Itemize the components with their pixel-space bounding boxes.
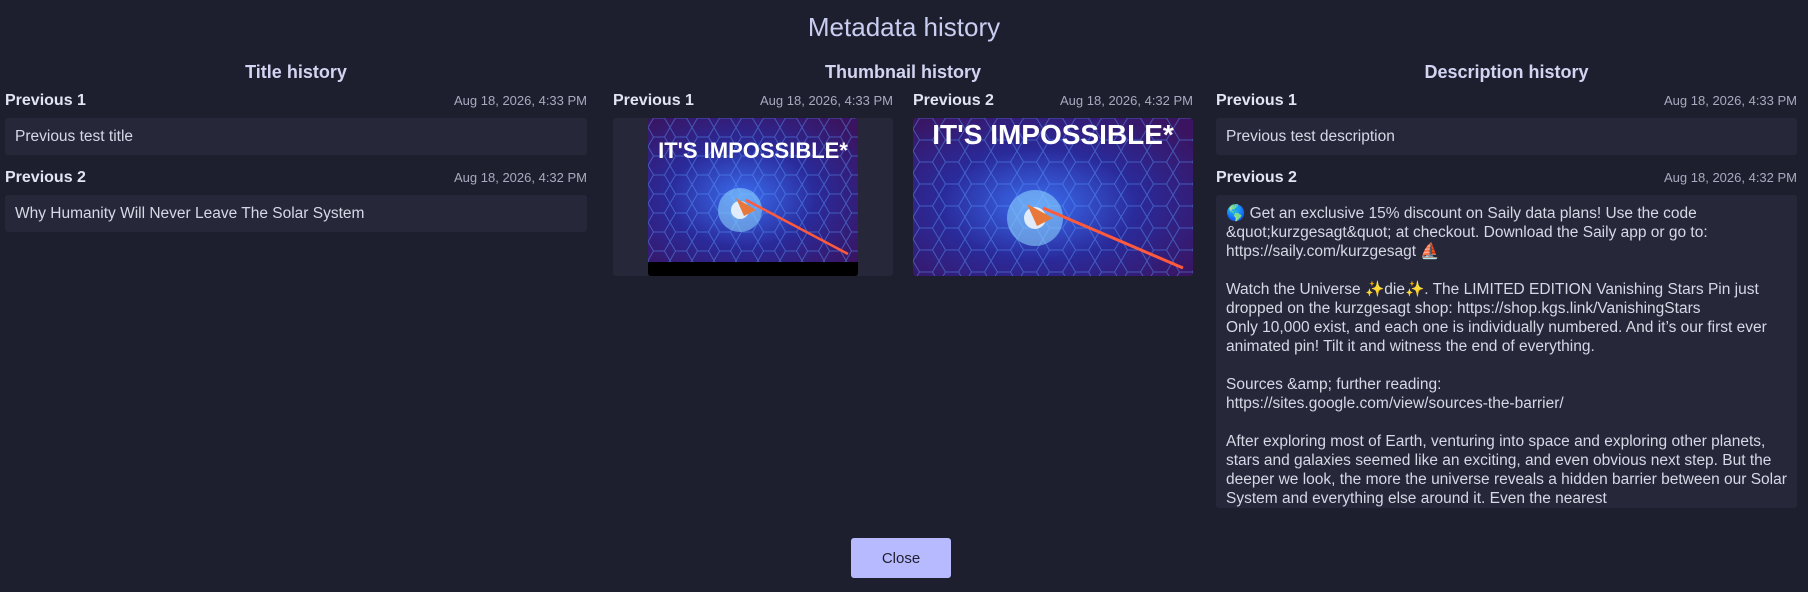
thumbnail-history-heading: Thumbnail history — [824, 62, 981, 82]
title-history-entry: Previous 2 Aug 18, 2026, 4:32 PM Why Hum… — [5, 169, 587, 232]
thumbnail-history-column: Thumbnail history Previous 1 Aug 18, 202… — [613, 58, 1193, 276]
description-paragraph: After exploring most of Earth, venturing… — [1226, 433, 1792, 507]
entry-label: Previous 2 — [913, 92, 994, 109]
description-history-entry: Previous 2 Aug 18, 2026, 4:32 PM 🌎 Get a… — [1216, 169, 1797, 508]
title-value: Previous test title — [5, 118, 587, 155]
thumbnail-text: IT'S IMPOSSIBLE* — [658, 138, 848, 163]
thumbnail-frame: IT'S IMPOSSIBLE* — [613, 118, 893, 276]
description-history-column: Description history Previous 1 Aug 18, 2… — [1216, 58, 1797, 508]
thumbnail-image: IT'S IMPOSSIBLE* — [913, 118, 1193, 276]
entry-timestamp: Aug 18, 2026, 4:32 PM — [1664, 170, 1797, 185]
thumbnail-image: IT'S IMPOSSIBLE* — [648, 118, 858, 276]
entry-timestamp: Aug 18, 2026, 4:33 PM — [454, 93, 587, 108]
close-button[interactable]: Close — [851, 538, 951, 578]
description-history-heading: Description history — [1424, 62, 1589, 82]
entry-label: Previous 1 — [1216, 92, 1297, 109]
description-paragraph: Sources &amp; further reading: https://s… — [1226, 376, 1564, 412]
entry-label: Previous 2 — [5, 169, 86, 186]
thumbnail-history-entry: Previous 1 Aug 18, 2026, 4:33 PM IT'S IM… — [613, 88, 893, 276]
title-history-entry: Previous 1 Aug 18, 2026, 4:33 PM Previou… — [5, 92, 587, 155]
entry-timestamp: Aug 18, 2026, 4:32 PM — [1060, 93, 1193, 108]
entry-label: Previous 2 — [1216, 169, 1297, 186]
entry-timestamp: Aug 18, 2026, 4:33 PM — [1664, 93, 1797, 108]
description-paragraph: 🌎 Get an exclusive 15% discount on Saily… — [1226, 205, 1712, 260]
dialog-title: Metadata history — [807, 12, 1001, 42]
entry-label: Previous 1 — [5, 92, 86, 109]
title-history-column: Title history Previous 1 Aug 18, 2026, 4… — [5, 58, 587, 246]
thumbnail-text: IT'S IMPOSSIBLE* — [932, 119, 1174, 150]
description-scroll-area[interactable]: 🌎 Get an exclusive 15% discount on Saily… — [1216, 195, 1797, 508]
entry-timestamp: Aug 18, 2026, 4:32 PM — [454, 170, 587, 185]
description-paragraph: Watch the Universe ✨die✨. The LIMITED ED… — [1226, 281, 1767, 355]
title-history-heading: Title history — [245, 62, 347, 82]
title-value: Why Humanity Will Never Leave The Solar … — [5, 195, 587, 232]
entry-timestamp: Aug 18, 2026, 4:33 PM — [760, 93, 893, 108]
description-value: Previous test description — [1216, 118, 1797, 155]
thumbnail-frame: IT'S IMPOSSIBLE* — [913, 118, 1193, 276]
description-history-entry: Previous 1 Aug 18, 2026, 4:33 PM Previou… — [1216, 92, 1797, 155]
entry-label: Previous 1 — [613, 92, 694, 109]
thumbnail-history-entry: Previous 2 Aug 18, 2026, 4:32 PM IT'S IM… — [913, 88, 1193, 276]
